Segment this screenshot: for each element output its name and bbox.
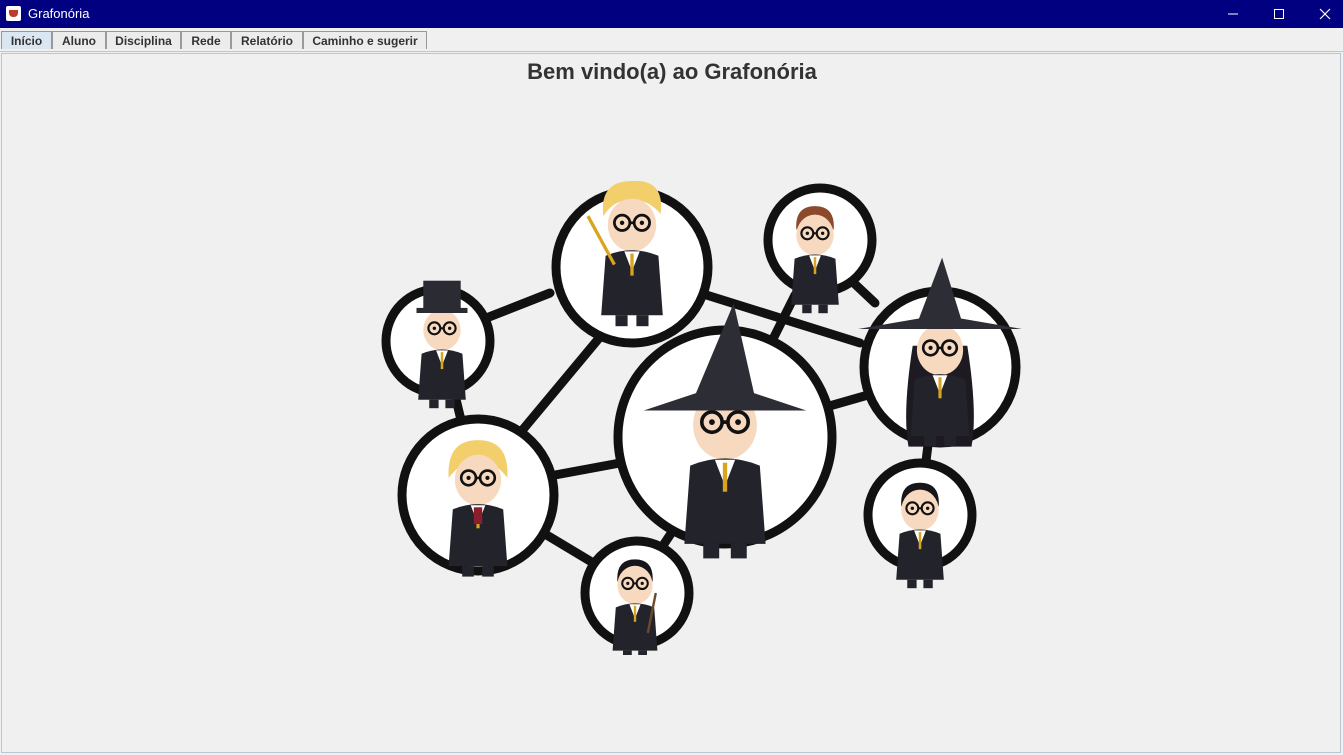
tab-bar: Início Aluno Disciplina Rede Relatório C… <box>0 28 1343 52</box>
maximize-button[interactable] <box>1256 0 1302 28</box>
window-title: Grafonória <box>28 6 90 21</box>
java-cup-icon <box>6 6 21 21</box>
page-title: Bem vindo(a) ao Grafonória <box>527 59 817 84</box>
tab-aluno[interactable]: Aluno <box>52 31 106 49</box>
wizard-network-illustration <box>381 180 1022 655</box>
tab-rede[interactable]: Rede <box>181 31 231 49</box>
minimize-button[interactable] <box>1210 0 1256 28</box>
tab-inicio[interactable]: Início <box>1 31 52 49</box>
tab-disciplina[interactable]: Disciplina <box>106 31 181 49</box>
tab-caminho-e-sugerir[interactable]: Caminho e sugerir <box>303 31 427 49</box>
minimize-icon <box>1228 13 1238 15</box>
title-bar: Grafonória <box>0 0 1343 28</box>
maximize-icon <box>1274 9 1284 19</box>
close-icon <box>1319 8 1331 20</box>
tab-relatorio[interactable]: Relatório <box>231 31 303 49</box>
close-button[interactable] <box>1302 0 1343 28</box>
tab-divider <box>0 51 1343 52</box>
